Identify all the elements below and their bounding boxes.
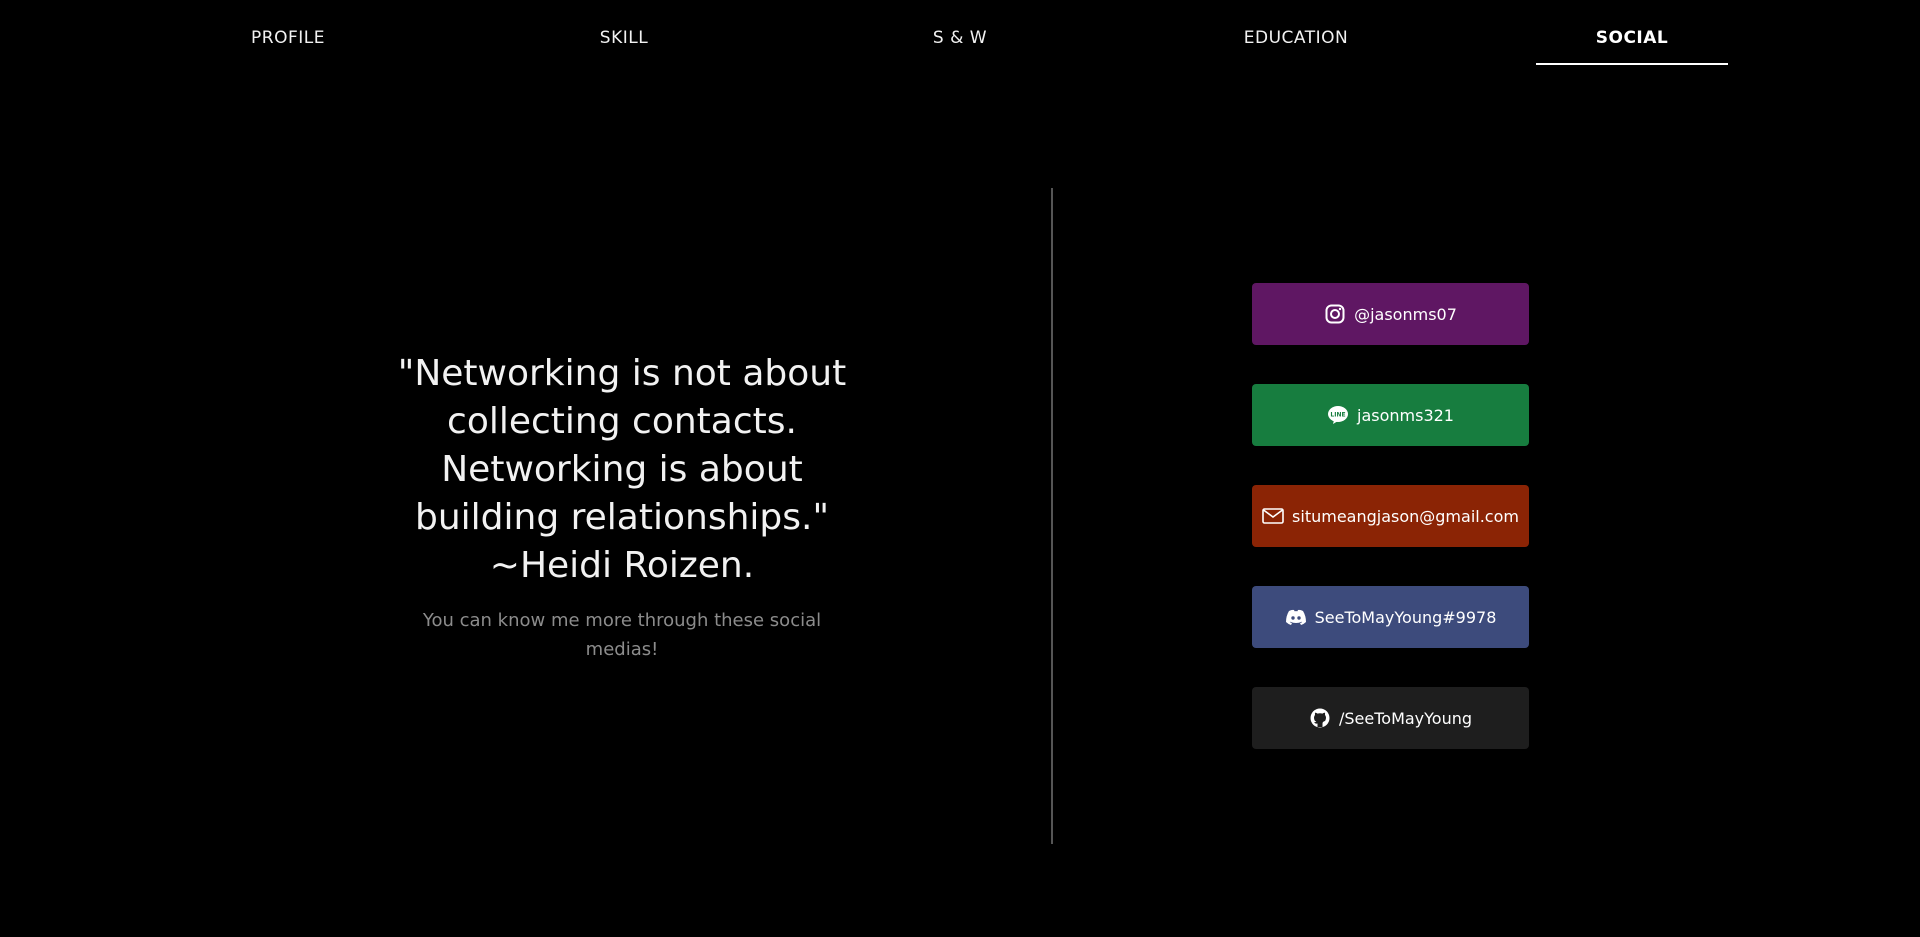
top-nav: PROFILE SKILL S & W EDUCATION SOCIAL <box>0 0 1920 80</box>
mail-icon <box>1262 505 1284 527</box>
github-label: /SeeToMayYoung <box>1338 708 1473 728</box>
nav-item-s-and-w[interactable]: S & W <box>864 28 1056 64</box>
nav-item-education[interactable]: EDUCATION <box>1200 28 1392 64</box>
discord-button[interactable]: SeeToMayYoung#9978 <box>1252 586 1529 648</box>
line-icon: LINE <box>1327 404 1349 426</box>
instagram-label: @jasonms07 <box>1354 304 1457 324</box>
vertical-divider <box>1051 188 1053 844</box>
quote-panel: "Networking is not about collecting cont… <box>340 350 904 664</box>
github-button[interactable]: /SeeToMayYoung <box>1252 687 1529 749</box>
email-button[interactable]: situmeangjason@gmail.com <box>1252 485 1529 547</box>
nav-item-skill[interactable]: SKILL <box>528 28 720 64</box>
svg-text:LINE: LINE <box>1330 412 1345 419</box>
instagram-icon <box>1324 303 1346 325</box>
nav-item-social[interactable]: SOCIAL <box>1536 28 1728 65</box>
quote-text: "Networking is not about collecting cont… <box>397 353 847 586</box>
github-icon <box>1309 707 1331 729</box>
line-button[interactable]: LINE jasonms321 <box>1252 384 1529 446</box>
social-subtext: You can know me more through these socia… <box>422 610 822 660</box>
discord-icon <box>1285 606 1307 628</box>
nav-item-profile[interactable]: PROFILE <box>192 28 384 64</box>
line-label: jasonms321 <box>1357 405 1454 425</box>
discord-label: SeeToMayYoung#9978 <box>1314 607 1497 627</box>
email-label: situmeangjason@gmail.com <box>1292 506 1519 526</box>
instagram-button[interactable]: @jasonms07 <box>1252 283 1529 345</box>
